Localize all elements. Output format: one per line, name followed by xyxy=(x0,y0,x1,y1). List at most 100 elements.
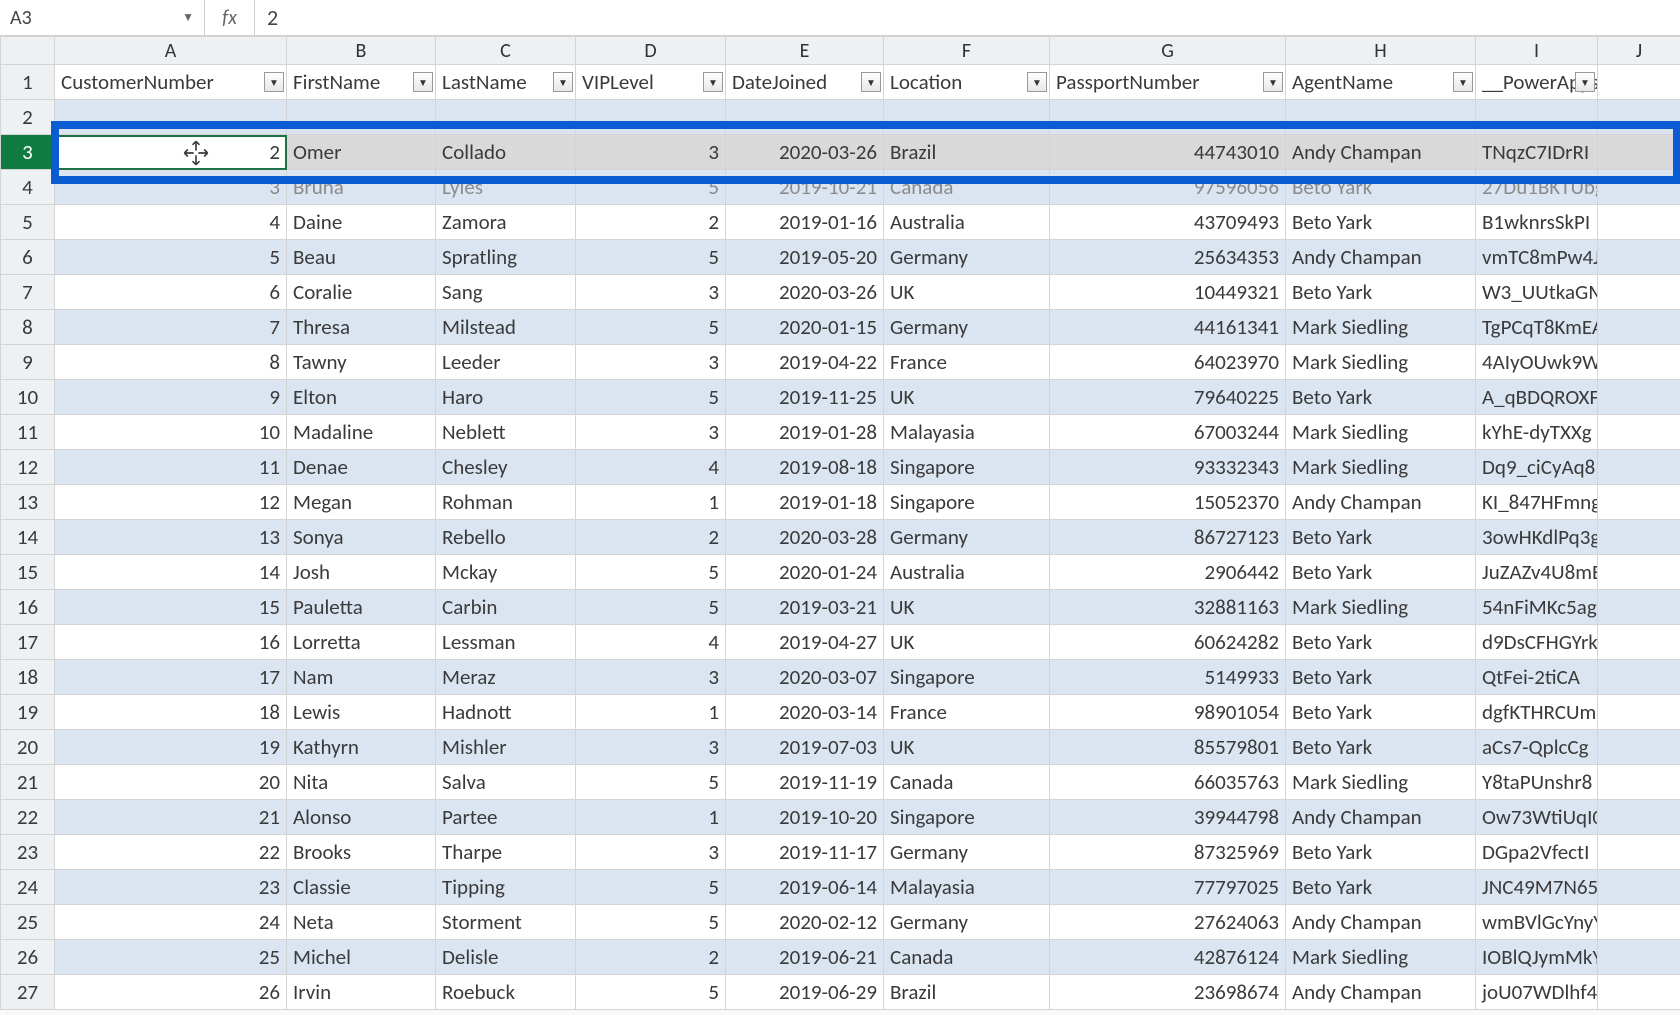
cell[interactable]: Andy Champan xyxy=(1286,975,1476,1010)
cell[interactable]: 2019-06-14 xyxy=(726,870,884,905)
cell[interactable] xyxy=(884,100,1050,135)
cell[interactable]: TgPCqT8KmEA xyxy=(1476,310,1598,345)
cell[interactable]: Mark Siedling xyxy=(1286,415,1476,450)
cell[interactable]: 42876124 xyxy=(1050,940,1286,975)
cell[interactable] xyxy=(1598,240,1680,275)
cell[interactable]: UK xyxy=(884,380,1050,415)
filter-dropdown-icon[interactable]: ▼ xyxy=(861,72,881,92)
cell[interactable]: 2019-10-21 xyxy=(726,170,884,205)
cell[interactable]: 44743010 xyxy=(1050,135,1286,170)
cell[interactable]: dgfKTHRCUmM xyxy=(1476,695,1598,730)
row-header[interactable]: 23 xyxy=(1,835,55,870)
cell[interactable] xyxy=(726,100,884,135)
cell[interactable]: 2020-03-26 xyxy=(726,275,884,310)
col-header-H[interactable]: H xyxy=(1286,37,1476,65)
cell[interactable]: Irvin xyxy=(287,975,436,1010)
cell[interactable]: Germany xyxy=(884,520,1050,555)
cell[interactable]: 3 xyxy=(576,415,726,450)
cell[interactable]: 24 xyxy=(55,905,287,940)
cell[interactable]: KI_847HFmng xyxy=(1476,485,1598,520)
cell[interactable] xyxy=(1598,905,1680,940)
cell[interactable]: JuZAZv4U8mE xyxy=(1476,555,1598,590)
cell[interactable]: 12 xyxy=(55,485,287,520)
cell[interactable] xyxy=(1598,835,1680,870)
cell[interactable]: 13 xyxy=(55,520,287,555)
cell[interactable]: Mark Siedling xyxy=(1286,345,1476,380)
cell[interactable]: 2019-01-18 xyxy=(726,485,884,520)
cell[interactable]: 6 xyxy=(55,275,287,310)
cell[interactable]: 17 xyxy=(55,660,287,695)
cell[interactable]: Beto Yark xyxy=(1286,275,1476,310)
cell[interactable]: 27624063 xyxy=(1050,905,1286,940)
cell[interactable]: 2020-01-15 xyxy=(726,310,884,345)
cell[interactable]: Beto Yark xyxy=(1286,870,1476,905)
row-header[interactable]: 16 xyxy=(1,590,55,625)
cell[interactable]: France xyxy=(884,695,1050,730)
header-powerappsid[interactable]: __PowerAppsId__▼ xyxy=(1476,65,1598,100)
cell[interactable]: 2020-01-24 xyxy=(726,555,884,590)
cell[interactable]: Roebuck xyxy=(436,975,576,1010)
cell[interactable]: A_qBDQROXFk xyxy=(1476,380,1598,415)
cell[interactable]: W3_UUtkaGMM xyxy=(1476,275,1598,310)
col-header-B[interactable]: B xyxy=(287,37,436,65)
cell[interactable]: Sonya xyxy=(287,520,436,555)
cell[interactable]: Australia xyxy=(884,555,1050,590)
cell[interactable]: Lorretta xyxy=(287,625,436,660)
cell[interactable]: Beto Yark xyxy=(1286,835,1476,870)
cell[interactable]: 8 xyxy=(55,345,287,380)
filter-dropdown-icon[interactable]: ▼ xyxy=(1453,72,1473,92)
cell[interactable]: 2019-04-27 xyxy=(726,625,884,660)
cell[interactable]: B1wknrsSkPI xyxy=(1476,205,1598,240)
col-header-G[interactable]: G xyxy=(1050,37,1286,65)
cell[interactable]: Beto Yark xyxy=(1286,730,1476,765)
cell[interactable]: 98901054 xyxy=(1050,695,1286,730)
cell[interactable]: Andy Champan xyxy=(1286,135,1476,170)
cell[interactable]: Germany xyxy=(884,835,1050,870)
cell[interactable]: 5149933 xyxy=(1050,660,1286,695)
cell[interactable]: Canada xyxy=(884,170,1050,205)
cell[interactable]: Dq9_ciCyAq8 xyxy=(1476,450,1598,485)
cell[interactable]: Josh xyxy=(287,555,436,590)
filter-dropdown-icon[interactable]: ▼ xyxy=(703,72,723,92)
header-agentname[interactable]: AgentName▼ xyxy=(1286,65,1476,100)
row-header[interactable]: 4 xyxy=(1,170,55,205)
col-header-E[interactable]: E xyxy=(726,37,884,65)
cell[interactable]: 4 xyxy=(55,205,287,240)
cell[interactable]: 10449321 xyxy=(1050,275,1286,310)
cell[interactable]: 23698674 xyxy=(1050,975,1286,1010)
cell[interactable]: Malayasia xyxy=(884,870,1050,905)
formula-input[interactable]: 2 xyxy=(255,0,1680,36)
cell[interactable]: Delisle xyxy=(436,940,576,975)
cell[interactable]: 21 xyxy=(55,800,287,835)
cell[interactable]: 60624282 xyxy=(1050,625,1286,660)
cell[interactable]: 15 xyxy=(55,590,287,625)
cell[interactable]: 2 xyxy=(576,940,726,975)
cell[interactable] xyxy=(1598,800,1680,835)
row-header[interactable]: 2 xyxy=(1,100,55,135)
cell[interactable] xyxy=(1598,590,1680,625)
cell[interactable] xyxy=(1598,170,1680,205)
cell[interactable]: 2019-06-29 xyxy=(726,975,884,1010)
cell[interactable]: 5 xyxy=(576,555,726,590)
col-header-D[interactable]: D xyxy=(576,37,726,65)
row-header[interactable]: 3 xyxy=(1,135,55,170)
cell[interactable]: Lessman xyxy=(436,625,576,660)
cell[interactable]: Brazil xyxy=(884,975,1050,1010)
cell[interactable]: UK xyxy=(884,590,1050,625)
row-header[interactable]: 11 xyxy=(1,415,55,450)
cell[interactable]: 2019-11-25 xyxy=(726,380,884,415)
cell[interactable]: Malayasia xyxy=(884,415,1050,450)
col-header-I[interactable]: I xyxy=(1476,37,1598,65)
cell[interactable]: Singapore xyxy=(884,485,1050,520)
cell[interactable]: 1 xyxy=(576,695,726,730)
cell[interactable]: Salva xyxy=(436,765,576,800)
cell[interactable]: 2020-03-14 xyxy=(726,695,884,730)
cell[interactable]: 1 xyxy=(576,485,726,520)
row-header[interactable]: 27 xyxy=(1,975,55,1010)
cell[interactable]: Pauletta xyxy=(287,590,436,625)
cell[interactable]: kYhE-dyTXXg xyxy=(1476,415,1598,450)
cell[interactable]: 4 xyxy=(576,625,726,660)
cell[interactable]: UK xyxy=(884,275,1050,310)
header-customernumber[interactable]: CustomerNumber▼ xyxy=(55,65,287,100)
cell[interactable]: 5 xyxy=(55,240,287,275)
